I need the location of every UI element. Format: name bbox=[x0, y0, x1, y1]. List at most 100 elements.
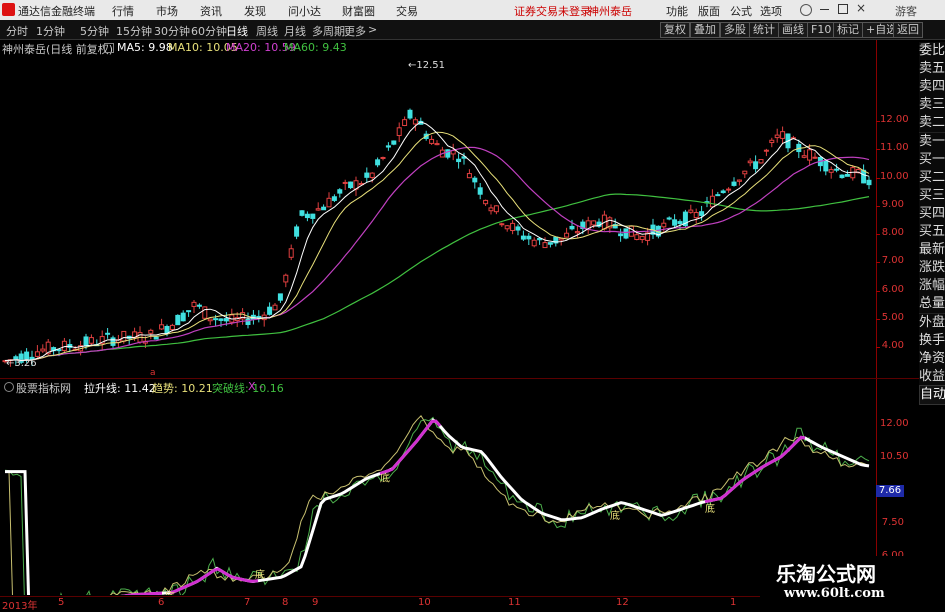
help-icon[interactable] bbox=[800, 4, 812, 16]
back-button[interactable]: 返回 bbox=[893, 22, 923, 38]
menu-formula[interactable]: 公式 bbox=[730, 3, 752, 19]
side-panel-item[interactable]: 卖五 bbox=[919, 60, 945, 80]
period-15min[interactable]: 15分钟 bbox=[116, 23, 152, 39]
side-panel-item[interactable]: 买四 bbox=[919, 204, 945, 224]
period-more[interactable]: 更多 bbox=[344, 23, 366, 39]
candle-body bbox=[391, 140, 397, 145]
side-panel-item[interactable]: 委比 bbox=[919, 42, 945, 61]
candle-body bbox=[591, 220, 597, 226]
adjust-button[interactable]: 复权 bbox=[660, 22, 690, 38]
candle-body bbox=[623, 228, 629, 239]
overlay-button[interactable]: 叠加 bbox=[690, 22, 720, 38]
side-panel-item[interactable]: 净资 bbox=[919, 349, 945, 369]
side-auto-tab[interactable]: 自动 bbox=[919, 385, 945, 405]
candle-body bbox=[310, 213, 316, 219]
candle-body bbox=[564, 232, 570, 238]
period-daily[interactable]: 日线 bbox=[226, 23, 248, 39]
side-panel-item[interactable]: 卖二 bbox=[919, 114, 945, 134]
ma5-line bbox=[4, 121, 870, 362]
period-weekly[interactable]: 周线 bbox=[256, 23, 278, 39]
minimize-icon[interactable] bbox=[820, 9, 829, 10]
more-arrow-icon[interactable]: > bbox=[368, 23, 377, 36]
side-panel-item[interactable]: 总量 bbox=[919, 295, 945, 315]
side-panel-item[interactable]: 最新 bbox=[919, 241, 945, 261]
menu-news[interactable]: 资讯 bbox=[200, 3, 222, 19]
side-panel-item[interactable]: 收益 bbox=[919, 367, 945, 387]
event-marker[interactable]: a bbox=[150, 368, 156, 378]
period-monthly[interactable]: 月线 bbox=[284, 23, 306, 39]
mark-button[interactable]: 标记 bbox=[833, 22, 863, 38]
x-tick-label: 7 bbox=[244, 597, 251, 608]
candle-body bbox=[866, 179, 872, 186]
candle-body bbox=[688, 209, 694, 213]
draw-button[interactable]: 画线 bbox=[778, 22, 808, 38]
candle-body bbox=[40, 348, 46, 352]
menu-wealth[interactable]: 财富圈 bbox=[342, 3, 375, 19]
side-panel-item[interactable]: 外盘 bbox=[919, 313, 945, 333]
candle-body bbox=[267, 306, 273, 315]
candlestick-chart[interactable] bbox=[0, 40, 876, 378]
x-tick-label: 1 bbox=[730, 597, 737, 608]
candle-body bbox=[499, 223, 505, 226]
close-indicator-icon[interactable]: X - bbox=[248, 380, 263, 393]
period-30min[interactable]: 30分钟 bbox=[154, 23, 190, 39]
menu-trade[interactable]: 交易 bbox=[396, 3, 418, 19]
x-tick-label: 2013年 bbox=[2, 601, 38, 612]
menu-ask[interactable]: 问小达 bbox=[288, 3, 321, 19]
guest-label[interactable]: 游客 bbox=[895, 3, 917, 19]
multi-stock-button[interactable]: 多股 bbox=[720, 22, 750, 38]
indicator-title[interactable]: 股票指标网 bbox=[16, 380, 71, 396]
menu-discover[interactable]: 发现 bbox=[244, 3, 266, 19]
indicator-settings-icon[interactable] bbox=[4, 382, 14, 392]
side-panel-item[interactable]: 换手 bbox=[919, 331, 945, 351]
close-icon[interactable]: × bbox=[856, 1, 866, 15]
side-panel-item[interactable]: 卖一 bbox=[919, 132, 945, 152]
side-panel-item[interactable]: 涨跌 bbox=[919, 259, 945, 279]
candle-body bbox=[288, 248, 294, 258]
f10-button[interactable]: F10 bbox=[807, 22, 836, 38]
side-panel-item[interactable]: 买三 bbox=[919, 186, 945, 206]
trend-label: 趋势: 10.21 bbox=[152, 382, 213, 395]
candle-body bbox=[283, 274, 289, 283]
candle-body bbox=[763, 149, 769, 152]
period-tick[interactable]: 分时 bbox=[6, 23, 28, 39]
stats-button[interactable]: 统计 bbox=[749, 22, 779, 38]
side-panel-item[interactable]: 涨幅 bbox=[919, 277, 945, 297]
menu-options[interactable]: 选项 bbox=[760, 3, 782, 19]
y-tick-label: 7.00 bbox=[881, 255, 904, 267]
candle-body bbox=[304, 213, 310, 219]
candle-body bbox=[780, 131, 786, 139]
lift-line bbox=[5, 418, 870, 595]
candle-body bbox=[294, 226, 300, 237]
period-multi[interactable]: 多周期 bbox=[312, 23, 345, 39]
period-1min[interactable]: 1分钟 bbox=[36, 23, 65, 39]
side-panel-item[interactable]: 买二 bbox=[919, 168, 945, 188]
x-tick-label: 6 bbox=[158, 597, 165, 608]
side-panel-item[interactable]: 买一 bbox=[919, 150, 945, 170]
candle-body bbox=[715, 194, 721, 197]
y-tick-mark bbox=[876, 290, 880, 292]
candle-body bbox=[348, 181, 354, 189]
candle-body bbox=[407, 109, 413, 119]
ma10-line bbox=[4, 131, 870, 362]
period-5min[interactable]: 5分钟 bbox=[80, 23, 109, 39]
period-60min[interactable]: 60分钟 bbox=[191, 23, 227, 39]
menu-function[interactable]: 功能 bbox=[666, 3, 688, 19]
menu-quotes[interactable]: 行情 bbox=[112, 3, 134, 19]
sub-y-tick-label: 7.50 bbox=[881, 517, 904, 529]
y-tick-label: 5.00 bbox=[881, 312, 904, 324]
indicator-chart[interactable]: 底底底底底底 bbox=[0, 395, 876, 595]
candle-body bbox=[834, 168, 840, 171]
menu-market[interactable]: 市场 bbox=[156, 3, 178, 19]
side-panel-item[interactable]: 买五 bbox=[919, 223, 945, 242]
side-panel-item[interactable]: 卖四 bbox=[919, 78, 945, 98]
candle-body bbox=[202, 306, 208, 319]
candle-body bbox=[164, 326, 170, 334]
side-panel-item[interactable]: 卖三 bbox=[919, 96, 945, 116]
candle-body bbox=[256, 315, 262, 318]
maximize-icon[interactable] bbox=[838, 4, 848, 14]
candle-body bbox=[456, 158, 462, 163]
menu-layout[interactable]: 版面 bbox=[698, 3, 720, 19]
candles-layer bbox=[2, 108, 872, 367]
login-notice[interactable]: 证券交易未登录 bbox=[514, 3, 591, 19]
